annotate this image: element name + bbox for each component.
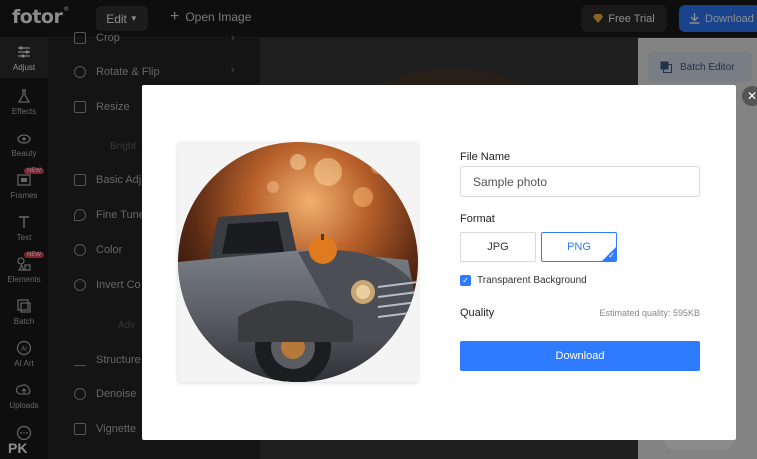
- format-png-label: PNG: [567, 241, 591, 253]
- image-preview: [178, 142, 418, 382]
- format-label: Format: [460, 213, 495, 225]
- estimated-quality-text: Estimated quality: 595KB: [599, 308, 700, 318]
- format-jpg-button[interactable]: JPG: [460, 232, 536, 262]
- file-name-input[interactable]: [460, 166, 700, 197]
- download-button[interactable]: Download: [460, 341, 700, 371]
- download-dialog: File Name Format JPG PNG ✓ ✓ Transparent…: [142, 85, 736, 440]
- file-name-label: File Name: [460, 151, 511, 163]
- truck-photo-image: [178, 142, 418, 382]
- check-icon: ✓: [608, 251, 615, 260]
- transparent-background-option[interactable]: ✓ Transparent Background: [460, 275, 587, 286]
- format-png-button[interactable]: PNG ✓: [541, 232, 617, 262]
- close-icon[interactable]: ✕: [742, 86, 757, 106]
- quality-label: Quality: [460, 307, 495, 319]
- transparent-background-label: Transparent Background: [477, 275, 587, 286]
- transparent-background-checkbox[interactable]: ✓: [460, 275, 471, 286]
- preview-photo: [178, 142, 418, 382]
